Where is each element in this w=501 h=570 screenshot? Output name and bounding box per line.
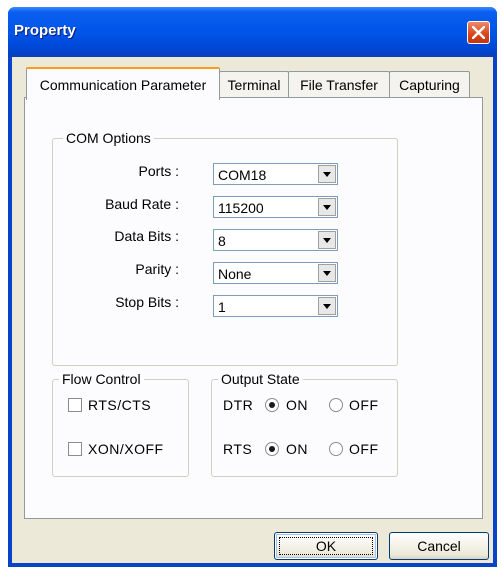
dialog-client: Communication Parameter Terminal File Tr… xyxy=(12,57,493,563)
rts-off-label: OFF xyxy=(349,441,379,457)
focus-rect xyxy=(279,537,373,555)
baud-rate-select[interactable]: 115200 xyxy=(213,196,338,218)
xon-xoff-checkbox[interactable] xyxy=(68,442,82,456)
stop-bits-value: 1 xyxy=(218,299,226,315)
dtr-off-label: OFF xyxy=(349,397,379,413)
data-bits-label: Data Bits : xyxy=(114,228,179,244)
dtr-label: DTR xyxy=(223,397,254,413)
close-button[interactable] xyxy=(467,21,490,44)
parity-select[interactable]: None xyxy=(213,262,338,284)
ports-select[interactable]: COM18 xyxy=(213,163,338,185)
data-bits-value: 8 xyxy=(218,233,226,249)
output-state-legend: Output State xyxy=(218,371,303,387)
baud-rate-value: 115200 xyxy=(218,200,264,216)
tab-communication-parameter[interactable]: Communication Parameter xyxy=(26,67,220,100)
dtr-on-label: ON xyxy=(286,397,308,413)
title-bar[interactable]: Property xyxy=(8,7,497,57)
chevron-down-icon[interactable] xyxy=(318,297,336,315)
rts-on-label: ON xyxy=(286,441,308,457)
rts-off-radio[interactable] xyxy=(329,442,343,456)
ports-label: Ports : xyxy=(138,163,179,179)
ok-button[interactable]: OK xyxy=(274,532,378,560)
stop-bits-label: Stop Bits : xyxy=(115,294,179,310)
rts-label: RTS xyxy=(223,441,253,457)
parity-label: Parity : xyxy=(135,261,179,277)
baud-rate-label: Baud Rate : xyxy=(105,196,179,212)
tab-file-transfer[interactable]: File Transfer xyxy=(288,71,390,97)
chevron-down-icon[interactable] xyxy=(318,264,336,282)
com-options-legend: COM Options xyxy=(63,130,154,146)
parity-value: None xyxy=(218,266,252,282)
window-title: Property xyxy=(14,22,76,39)
tab-capturing[interactable]: Capturing xyxy=(389,71,470,97)
cancel-button[interactable]: Cancel xyxy=(389,532,489,560)
rts-cts-label: RTS/CTS xyxy=(88,397,152,413)
flow-control-legend: Flow Control xyxy=(59,371,144,387)
chevron-down-icon[interactable] xyxy=(318,231,336,249)
com-options-group: COM Options Ports : COM18 Baud Rate : 11… xyxy=(52,130,398,366)
flow-control-group: Flow Control RTS/CTS XON/XOFF xyxy=(52,371,189,477)
dtr-off-radio[interactable] xyxy=(329,398,343,412)
data-bits-select[interactable]: 8 xyxy=(213,229,338,251)
close-icon xyxy=(472,26,485,39)
rts-cts-checkbox[interactable] xyxy=(68,398,82,412)
ports-value: COM18 xyxy=(218,167,267,183)
property-window: Property Communication Parameter Termina… xyxy=(8,7,497,567)
output-state-group: Output State DTR ON OFF RTS ON OFF xyxy=(211,371,398,477)
tab-terminal[interactable]: Terminal xyxy=(219,71,289,97)
tab-panel: COM Options Ports : COM18 Baud Rate : 11… xyxy=(24,97,483,519)
rts-on-radio[interactable] xyxy=(265,442,279,456)
stop-bits-select[interactable]: 1 xyxy=(213,295,338,317)
dtr-on-radio[interactable] xyxy=(265,398,279,412)
chevron-down-icon[interactable] xyxy=(318,198,336,216)
chevron-down-icon[interactable] xyxy=(318,165,336,183)
xon-xoff-label: XON/XOFF xyxy=(88,441,164,457)
cancel-button-label: Cancel xyxy=(417,538,461,554)
